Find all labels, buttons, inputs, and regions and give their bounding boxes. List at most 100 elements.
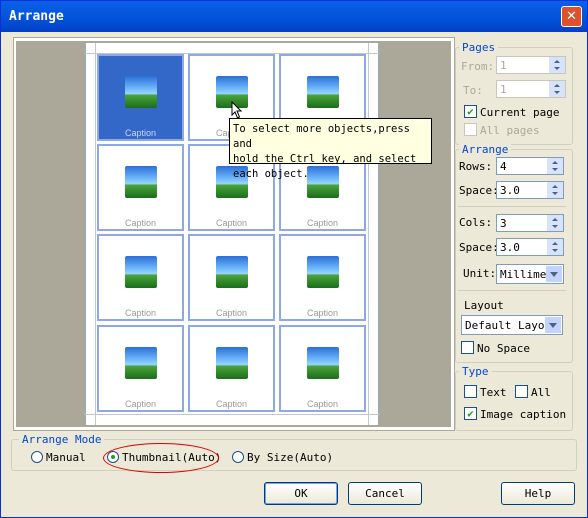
by-size-radio[interactable] (232, 451, 244, 463)
tooltip: To select more objects,press and hold th… (229, 118, 432, 180)
margin-guide (378, 43, 379, 425)
all-pages-checkbox[interactable] (464, 123, 477, 136)
no-space-checkbox[interactable] (461, 341, 474, 354)
current-page-label: Current page (480, 106, 560, 119)
image-thumbnail-icon (307, 256, 339, 288)
image-caption-label: Image caption (480, 408, 567, 421)
image-thumbnail-icon (125, 256, 157, 288)
thumbnail-cell[interactable]: Caption (97, 234, 184, 321)
thumbnail-cell[interactable]: Caption (97, 144, 184, 231)
rows-value: 4 (500, 160, 507, 173)
thumbnail-caption: Caption (124, 308, 157, 318)
image-thumbnail-icon (125, 166, 157, 198)
thumbnail-caption: Caption (215, 308, 248, 318)
margin-guide (85, 43, 86, 425)
divider (458, 290, 566, 291)
layout-value: Default Layou (465, 319, 552, 332)
thumbnail-caption: Caption (124, 128, 157, 138)
window-title: Arrange (9, 9, 64, 24)
tooltip-line: To select more objects,press and (233, 123, 411, 150)
cols-value: 3 (500, 217, 507, 230)
thumbnail-caption: Caption (124, 399, 157, 409)
to-label: To: (463, 84, 483, 97)
text-checkbox[interactable] (464, 385, 477, 398)
close-button[interactable]: ✕ (561, 6, 582, 27)
col-space-spinner[interactable]: 3.0 (496, 238, 564, 256)
pages-group-title: Pages (459, 41, 499, 54)
spin-arrows-icon[interactable] (547, 239, 563, 255)
thumbnail-caption: Caption (306, 218, 339, 228)
spin-arrows-icon[interactable] (549, 81, 565, 97)
thumbnail-caption: Caption (306, 399, 339, 409)
tooltip-line: each object. (233, 168, 309, 180)
cols-label: Cols: (459, 216, 493, 229)
from-spinner[interactable]: 1 (496, 56, 566, 74)
text-label: Text (480, 386, 507, 399)
type-group (455, 371, 573, 431)
type-group-title: Type (459, 365, 492, 378)
thumbnail-cell[interactable]: Caption (188, 234, 275, 321)
image-thumbnail-icon (125, 76, 157, 108)
image-thumbnail-icon (216, 347, 248, 379)
cols-spinner[interactable]: 3 (496, 214, 564, 232)
rows-spinner[interactable]: 4 (496, 157, 564, 175)
highlight-ellipse (103, 443, 219, 473)
margin-guide (95, 43, 96, 425)
thumbnail-cell[interactable]: Caption (279, 234, 366, 321)
thumbnail-cell[interactable]: Caption (279, 325, 366, 412)
spin-arrows-icon[interactable] (547, 215, 563, 231)
cancel-button[interactable]: Cancel (348, 482, 422, 505)
unit-value: Millime (500, 268, 547, 281)
row-space-label: Space: (459, 184, 499, 197)
margin-guide (85, 414, 379, 415)
rows-label: Rows: (459, 160, 493, 173)
divider (458, 206, 566, 207)
thumbnail-cell[interactable]: Caption (97, 54, 184, 141)
thumbnail-caption: Caption (215, 218, 248, 228)
title-bar[interactable]: Arrange ✕ (1, 1, 587, 32)
thumbnail-caption: Caption (215, 399, 248, 409)
spin-arrows-icon[interactable] (547, 182, 563, 198)
manual-radio[interactable] (31, 451, 43, 463)
image-thumbnail-icon (216, 256, 248, 288)
spin-arrows-icon[interactable] (547, 158, 563, 174)
image-thumbnail-icon (307, 76, 339, 108)
thumbnail-caption: Caption (306, 308, 339, 318)
no-space-label: No Space (477, 342, 530, 355)
margin-guide (368, 43, 369, 425)
thumbnail-caption: Caption (124, 218, 157, 228)
spin-arrows-icon[interactable] (549, 57, 565, 73)
row-space-spinner[interactable]: 3.0 (496, 181, 564, 199)
image-caption-checkbox[interactable]: ✔ (464, 407, 477, 420)
from-label: From: (461, 60, 495, 73)
arrange-dialog: Arrange ✕ Caption Caption Caption Caption Ca… (0, 0, 588, 518)
col-space-label: Space: (459, 241, 499, 254)
image-thumbnail-icon (307, 347, 339, 379)
chevron-down-icon[interactable] (546, 266, 562, 282)
to-spinner[interactable]: 1 (496, 80, 566, 98)
unit-select[interactable]: Millime (496, 264, 564, 284)
all-pages-label: All pages (480, 124, 540, 137)
to-value: 1 (500, 83, 507, 96)
all-label: All (531, 386, 551, 399)
tooltip-line: hold the Ctrl key, and select (233, 153, 417, 165)
row-space-value: 3.0 (500, 184, 520, 197)
unit-label: Unit: (463, 267, 497, 280)
chevron-down-icon[interactable] (545, 317, 561, 333)
thumbnail-cell[interactable]: Caption (97, 325, 184, 412)
arrange-mode-title: Arrange Mode (19, 433, 105, 446)
all-checkbox[interactable] (515, 385, 528, 398)
help-button[interactable]: Help (501, 482, 575, 505)
ok-button[interactable]: OK (264, 482, 338, 505)
manual-label: Manual (46, 451, 86, 464)
by-size-label: By Size(Auto) (247, 451, 334, 464)
thumbnail-cell[interactable]: Caption (188, 325, 275, 412)
image-thumbnail-icon (125, 347, 157, 379)
current-page-checkbox[interactable]: ✔ (464, 105, 477, 118)
col-space-value: 3.0 (500, 241, 520, 254)
from-value: 1 (500, 59, 507, 72)
layout-label: Layout (464, 299, 504, 312)
mouse-cursor-icon (231, 101, 243, 119)
layout-select[interactable]: Default Layou (461, 315, 563, 335)
arrange-group-title: Arrange (459, 143, 512, 156)
